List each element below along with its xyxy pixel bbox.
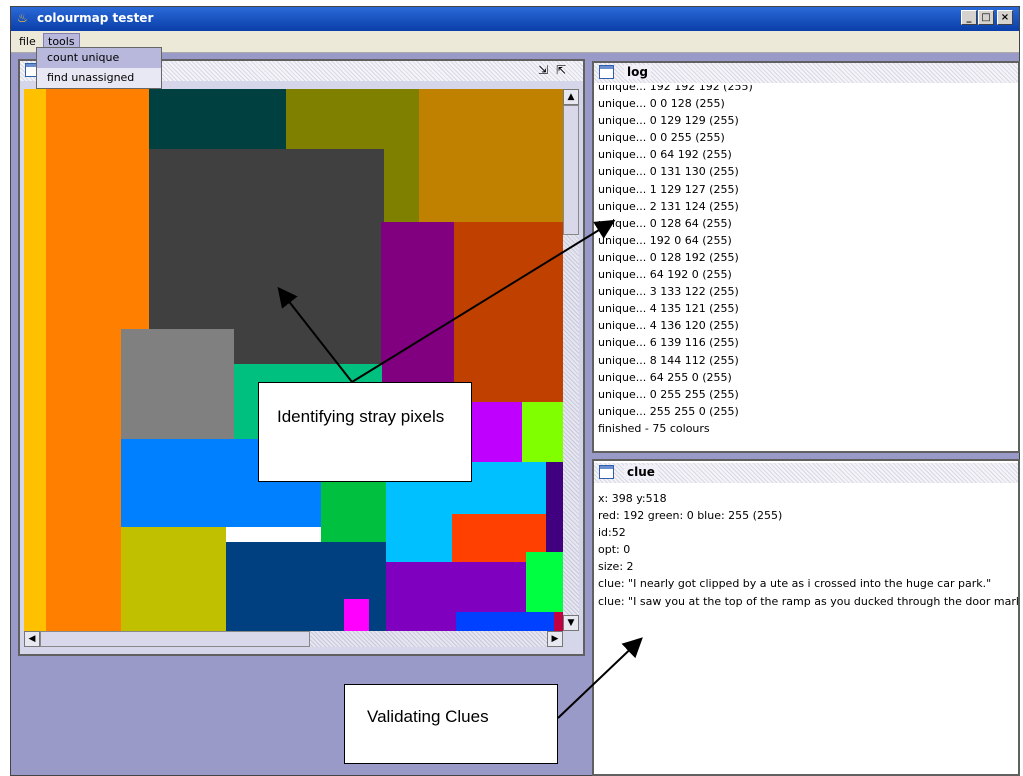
map-frame[interactable]: ⇲ ⇱ ▲ ▼ ◀ ▶: [18, 59, 585, 656]
log-line: unique... 4 136 120 (255): [598, 319, 739, 333]
clue-line: opt: 0: [598, 543, 631, 557]
clue-title: clue: [624, 465, 658, 479]
map-region[interactable]: [454, 222, 563, 402]
map-region[interactable]: [522, 402, 563, 462]
map-region[interactable]: [381, 222, 454, 402]
log-line: unique... 1 129 127 (255): [598, 182, 739, 196]
scroll-right-button[interactable]: ▶: [547, 631, 563, 647]
map-region[interactable]: [121, 329, 234, 439]
frame-icon: [599, 65, 614, 79]
map-region[interactable]: [419, 89, 563, 222]
log-line: unique... 4 135 121 (255): [598, 302, 739, 316]
callout-stray-pixels: Identifying stray pixels: [258, 382, 472, 482]
map-region[interactable]: [456, 612, 563, 631]
log-line: unique... 0 0 128 (255): [598, 97, 725, 111]
maximize-icon[interactable]: ⇱: [556, 63, 566, 77]
log-line: unique... 192 192 192 (255): [598, 85, 753, 93]
horizontal-scroll-thumb[interactable]: [40, 631, 310, 647]
clue-line: size: 2: [598, 560, 634, 574]
menubar: file tools: [11, 31, 1019, 53]
log-line: unique... 8 144 112 (255): [598, 353, 739, 367]
log-line: unique... 0 255 255 (255): [598, 387, 739, 401]
restore-icon[interactable]: ⇲: [538, 63, 548, 77]
log-line: unique... 192 0 64 (255): [598, 233, 732, 247]
scroll-left-button[interactable]: ◀: [24, 631, 40, 647]
log-line: unique... 3 133 122 (255): [598, 285, 739, 299]
clue-line: clue: "I saw you at the top of the ramp …: [598, 594, 1018, 608]
colour-map[interactable]: [24, 89, 563, 631]
log-text-area[interactable]: unique... 192 192 192 (255) unique... 0 0…: [596, 85, 1016, 451]
log-title: log: [624, 65, 651, 79]
log-line: unique... 0 129 129 (255): [598, 114, 739, 128]
log-line: unique... 0 128 192 (255): [598, 250, 739, 264]
window-title: colourmap tester: [37, 11, 154, 25]
scroll-down-button[interactable]: ▼: [563, 615, 579, 631]
callout-validating-clues: Validating Clues: [344, 684, 558, 764]
map-region[interactable]: [121, 527, 226, 631]
log-line: unique... 0 64 192 (255): [598, 148, 732, 162]
clue-line: id:52: [598, 526, 626, 540]
close-button[interactable]: ×: [997, 10, 1013, 25]
clue-line: x: 398 y:518: [598, 492, 667, 505]
log-frame[interactable]: log unique... 192 192 192 (255) unique...…: [592, 61, 1020, 453]
java-cup-icon: ♨: [17, 11, 28, 25]
log-line: unique... 2 131 124 (255): [598, 199, 739, 213]
log-line: unique... 0 131 130 (255): [598, 165, 739, 179]
map-region[interactable]: [344, 599, 369, 631]
clue-frame-titlebar[interactable]: clue: [594, 463, 1018, 483]
clue-line: red: 192 green: 0 blue: 255 (255): [598, 509, 783, 523]
map-region[interactable]: [526, 552, 563, 612]
map-region[interactable]: [472, 402, 522, 462]
clue-frame[interactable]: clue x: 398 y:518 red: 192 green: 0 blue:…: [592, 459, 1020, 776]
clue-text-area[interactable]: x: 398 y:518 red: 192 green: 0 blue: 255 …: [596, 488, 1018, 774]
callout-stray-text: Identifying stray pixels: [277, 407, 445, 426]
window-titlebar[interactable]: ♨ colourmap tester _ □ ×: [11, 7, 1019, 31]
maximize-button[interactable]: □: [978, 10, 994, 25]
log-line: unique... 0 128 64 (255): [598, 216, 732, 230]
log-line: finished - 75 colours: [598, 421, 710, 435]
map-region[interactable]: [546, 462, 563, 552]
colour-map-canvas[interactable]: [24, 89, 563, 631]
minimize-button[interactable]: _: [961, 10, 977, 25]
frame-icon: [599, 465, 614, 479]
map-region[interactable]: [554, 612, 563, 631]
scroll-up-button[interactable]: ▲: [563, 89, 579, 105]
log-line: unique... 0 0 255 (255): [598, 131, 725, 145]
tools-dropdown: count unique find unassigned: [36, 47, 162, 89]
log-line: unique... 6 139 116 (255): [598, 336, 739, 350]
map-region[interactable]: [149, 89, 309, 149]
map-region[interactable]: [24, 89, 46, 631]
log-line: unique... 255 255 0 (255): [598, 404, 739, 418]
callout-clues-text: Validating Clues: [367, 707, 489, 726]
map-horizontal-scrollbar[interactable]: ◀ ▶: [24, 631, 563, 647]
log-line: unique... 64 255 0 (255): [598, 370, 732, 384]
menu-item-count-unique[interactable]: count unique: [37, 48, 161, 68]
vertical-scroll-thumb[interactable]: [563, 105, 579, 235]
menu-item-find-unassigned[interactable]: find unassigned: [37, 68, 161, 88]
clue-line: clue: "I nearly got clipped by a ute as …: [598, 577, 992, 591]
log-line: unique... 64 192 0 (255): [598, 268, 732, 282]
map-vertical-scrollbar[interactable]: ▲ ▼: [563, 89, 579, 631]
log-frame-titlebar[interactable]: log: [594, 63, 1018, 83]
